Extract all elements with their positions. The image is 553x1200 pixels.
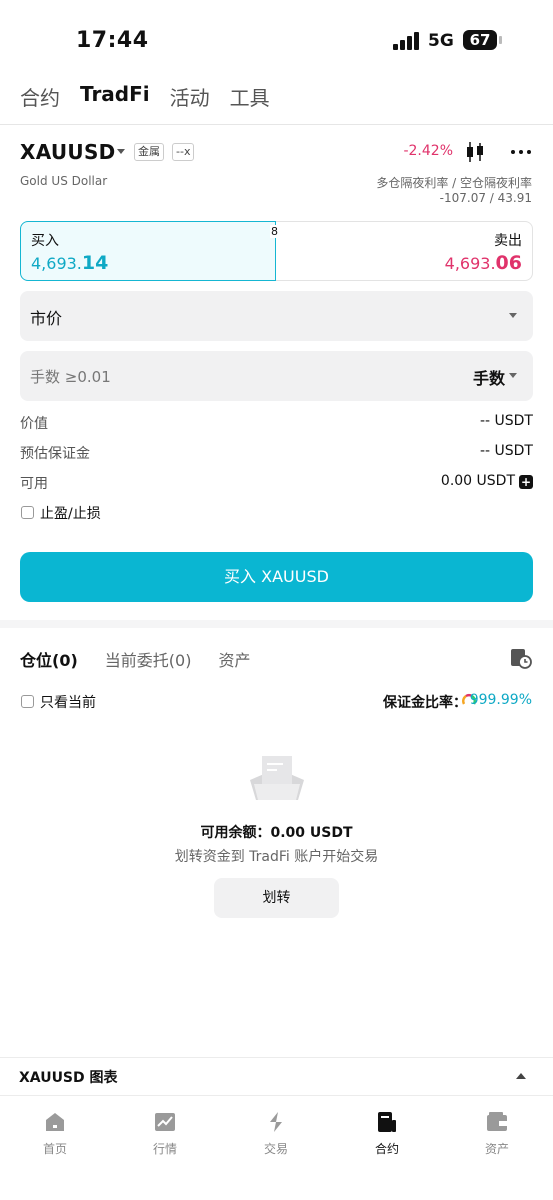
- nav-label: 交易: [263, 1142, 288, 1156]
- quantity-placeholder: 手数 ≥0.01: [30, 368, 111, 386]
- tab-positions[interactable]: 仓位(0): [20, 647, 78, 671]
- chevron-down-icon[interactable]: [509, 373, 517, 378]
- info-value: -- USDT: [479, 413, 533, 429]
- quantity-input[interactable]: 手数 ≥0.01 手数: [20, 351, 533, 401]
- buy-button[interactable]: 买入 XAUUSD: [20, 552, 533, 602]
- empty-document-icon: [250, 756, 304, 800]
- sell-price: 4,693.06: [444, 252, 522, 274]
- info-label: 价值: [20, 416, 48, 432]
- signal-icon: [393, 32, 421, 50]
- history-icon[interactable]: [510, 647, 532, 669]
- order-type-value: 市价: [30, 309, 63, 328]
- sell-label: 卖出: [494, 233, 522, 249]
- chevron-down-icon[interactable]: [117, 149, 125, 154]
- market-icon: [155, 1113, 175, 1131]
- bottom-nav: 首页 行情 交易 合约 资产: [0, 1095, 553, 1200]
- margin-ratio-value: 999.99%: [469, 692, 532, 708]
- overnight-rate-label: 多仓隔夜利率 / 空仓隔夜利率: [376, 176, 532, 190]
- info-row-available: 可用 0.00 USDT +: [20, 473, 533, 493]
- position-tabs: 仓位(0) 当前委托(0) 资产: [20, 647, 250, 671]
- nav-label: 首页: [42, 1142, 67, 1156]
- buy-price: 4,693.14: [31, 252, 109, 274]
- transfer-hint: 划转资金到 TradFi 账户开始交易: [174, 849, 379, 865]
- info-label: 可用: [20, 476, 48, 492]
- info-value: -- USDT: [479, 443, 533, 459]
- tab-assets[interactable]: 资产: [218, 647, 250, 671]
- quantity-unit-select[interactable]: 手数: [473, 365, 505, 389]
- add-funds-icon[interactable]: +: [519, 475, 533, 489]
- only-current-label: 只看当前: [40, 695, 96, 711]
- available-value: 0.00 USDT +: [440, 473, 533, 489]
- futures-icon: [378, 1112, 396, 1132]
- trade-icon: [270, 1112, 282, 1132]
- leverage-tag[interactable]: --x: [172, 143, 195, 161]
- info-row-value: 价值 -- USDT: [20, 413, 533, 433]
- only-current-checkbox[interactable]: [21, 695, 34, 708]
- tab-tools[interactable]: 工具: [230, 82, 270, 112]
- tab-futures[interactable]: 合约: [20, 82, 60, 112]
- spread-value: 8: [270, 225, 279, 238]
- battery-tip: [499, 36, 502, 44]
- chevron-up-icon[interactable]: [516, 1073, 526, 1079]
- tpsl-checkbox[interactable]: [21, 506, 34, 519]
- instrument-header: XAUUSD 金属 --x -2.42%: [20, 140, 533, 168]
- category-tag: 金属: [134, 143, 164, 161]
- instrument-name: Gold US Dollar: [20, 174, 108, 188]
- chart-bar-label: XAUUSD 图表: [19, 1070, 118, 1086]
- top-tabs: 合约 TradFi 活动 工具: [20, 82, 270, 112]
- tab-tradfi[interactable]: TradFi: [80, 82, 150, 112]
- buy-label: 买入: [31, 233, 59, 249]
- info-row-margin: 预估保证金 -- USDT: [20, 443, 533, 463]
- info-label: 预估保证金: [20, 446, 90, 462]
- available-balance-text: 可用余额：0.00 USDT: [200, 825, 353, 841]
- nav-trade[interactable]: 交易: [221, 1110, 331, 1157]
- symbol-selector[interactable]: XAUUSD: [20, 140, 116, 164]
- order-type-select[interactable]: 市价: [20, 291, 533, 341]
- wallet-icon: [487, 1112, 507, 1131]
- network-type: 5G: [428, 31, 454, 51]
- margin-ratio-label: 保证金比率：: [383, 695, 467, 711]
- nav-home[interactable]: 首页: [0, 1110, 110, 1157]
- divider: [0, 124, 553, 125]
- chart-toggle-bar[interactable]: XAUUSD 图表: [0, 1057, 553, 1095]
- nav-market[interactable]: 行情: [110, 1110, 220, 1157]
- tpsl-label: 止盈/止损: [40, 506, 101, 522]
- chevron-down-icon: [509, 313, 517, 318]
- transfer-button[interactable]: 划转: [214, 878, 339, 918]
- nav-label: 行情: [152, 1142, 177, 1156]
- candlestick-chart-icon[interactable]: [465, 141, 485, 163]
- tab-events[interactable]: 活动: [170, 82, 210, 112]
- overnight-rate-value: -107.07 / 43.91: [439, 191, 532, 205]
- nav-futures[interactable]: 合约: [332, 1110, 442, 1157]
- sell-quote-box[interactable]: 卖出 4,693.06: [276, 221, 533, 281]
- tab-open-orders[interactable]: 当前委托(0): [105, 647, 192, 671]
- section-separator: [0, 620, 553, 628]
- more-icon[interactable]: [511, 150, 531, 154]
- nav-label: 合约: [374, 1142, 399, 1156]
- battery-icon: 67: [463, 30, 497, 50]
- nav-wallet[interactable]: 资产: [442, 1110, 552, 1157]
- status-time: 17:44: [76, 28, 149, 53]
- buy-quote-box[interactable]: 买入 4,693.14: [20, 221, 276, 281]
- price-change: -2.42%: [403, 143, 453, 159]
- status-bar: 17:44 5G 67: [0, 0, 553, 80]
- home-icon: [46, 1113, 64, 1131]
- nav-label: 资产: [484, 1142, 509, 1156]
